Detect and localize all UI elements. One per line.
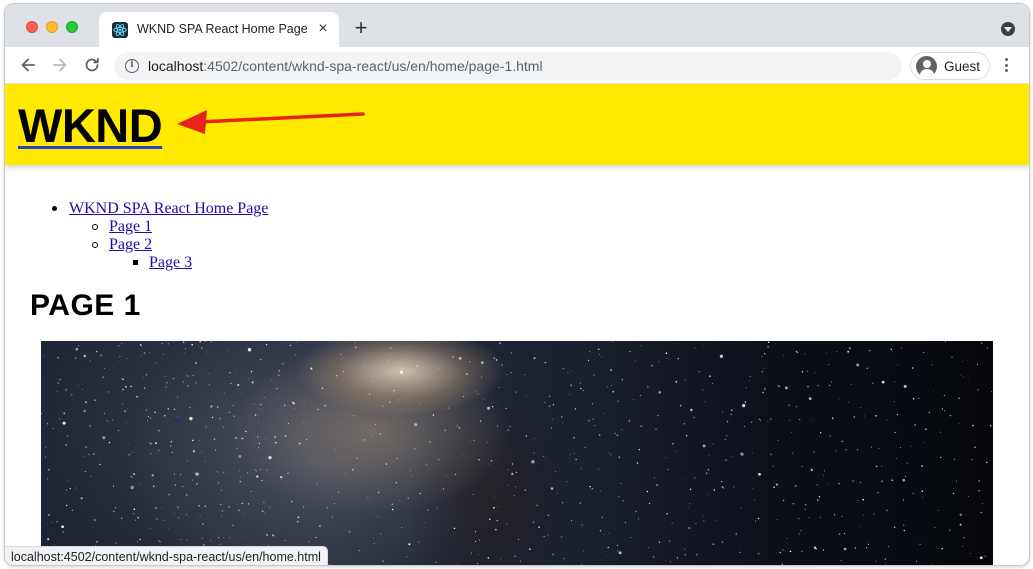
- browser-toolbar: i localhost:4502/content/wknd-spa-react/…: [5, 47, 1029, 84]
- page-viewport: WKND WKND SPA React Home Page Page 1 Pag…: [5, 84, 1029, 565]
- tab-wknd-home[interactable]: WKND SPA React Home Page ×: [99, 12, 339, 47]
- link-status-bar: localhost:4502/content/wknd-spa-react/us…: [5, 546, 328, 565]
- nav-bullet: [52, 206, 57, 211]
- wknd-logo-link[interactable]: WKND: [18, 98, 163, 153]
- browser-window: WKND SPA React Home Page × + i localhost…: [4, 3, 1030, 566]
- tab-strip: WKND SPA React Home Page × +: [5, 4, 1029, 47]
- nav-bullet: [92, 242, 98, 248]
- minimize-window-button[interactable]: [46, 21, 58, 33]
- star-field: [41, 341, 993, 565]
- reload-icon[interactable]: [81, 54, 103, 76]
- more-menu-icon[interactable]: [1001, 58, 1011, 74]
- tab-search-icon[interactable]: [1001, 22, 1015, 36]
- address-bar[interactable]: i localhost:4502/content/wknd-spa-react/…: [114, 52, 902, 80]
- url-host: localhost: [148, 58, 204, 74]
- guest-avatar-icon: [916, 56, 937, 77]
- back-arrow-icon[interactable]: [17, 54, 39, 76]
- nav-item-home[interactable]: WKND SPA React Home Page: [69, 200, 268, 218]
- close-tab-icon[interactable]: ×: [313, 19, 333, 39]
- nav-bullet: [92, 224, 98, 230]
- nav-bullet: [133, 260, 138, 265]
- site-header: WKND: [5, 84, 1029, 165]
- site-info-icon[interactable]: i: [125, 59, 139, 73]
- annotation-arrow-icon: [177, 110, 365, 134]
- profile-label: Guest: [944, 59, 981, 74]
- new-tab-button[interactable]: +: [349, 16, 373, 40]
- forward-arrow-icon[interactable]: [49, 54, 71, 76]
- maximize-window-button[interactable]: [66, 21, 78, 33]
- nav-item-page-2[interactable]: Page 2: [109, 236, 152, 254]
- react-favicon-icon: [112, 22, 128, 38]
- tab-title: WKND SPA React Home Page: [137, 22, 308, 36]
- nav-item-page-1[interactable]: Page 1: [109, 218, 152, 236]
- nav-item-page-3[interactable]: Page 3: [149, 254, 192, 272]
- url-path: :4502/content/wknd-spa-react/us/en/home/…: [203, 58, 543, 74]
- profile-button[interactable]: Guest: [910, 52, 990, 80]
- url-text[interactable]: localhost:4502/content/wknd-spa-react/us…: [148, 58, 543, 74]
- page-title: PAGE 1: [30, 289, 141, 322]
- milky-way-night-sky-image: [41, 341, 993, 565]
- close-window-button[interactable]: [26, 21, 38, 33]
